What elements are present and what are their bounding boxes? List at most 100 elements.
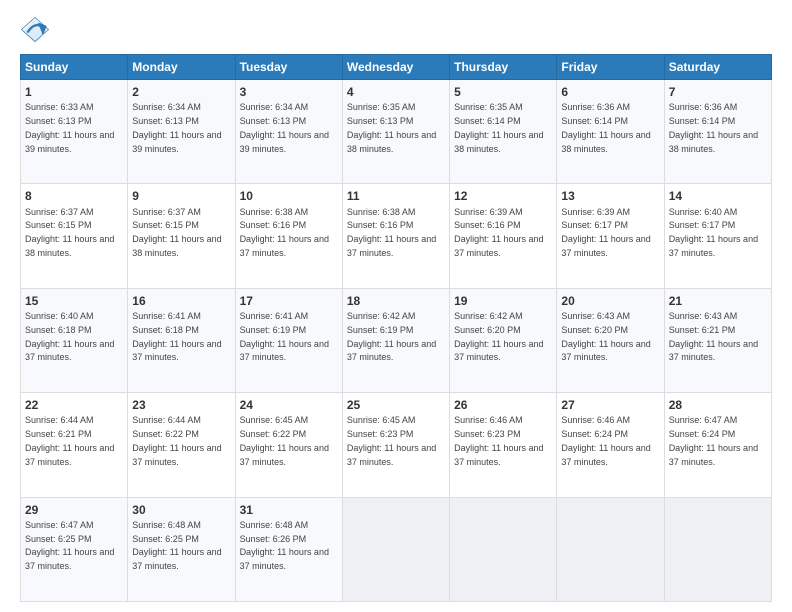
header-day: Wednesday — [342, 55, 449, 80]
day-number: 18 — [347, 293, 445, 309]
calendar-week-row: 8 Sunrise: 6:37 AMSunset: 6:15 PMDayligh… — [21, 184, 772, 288]
calendar-week-row: 22 Sunrise: 6:44 AMSunset: 6:21 PMDaylig… — [21, 393, 772, 497]
day-number: 16 — [132, 293, 230, 309]
calendar-cell: 29 Sunrise: 6:47 AMSunset: 6:25 PMDaylig… — [21, 497, 128, 601]
calendar-cell: 4 Sunrise: 6:35 AMSunset: 6:13 PMDayligh… — [342, 80, 449, 184]
cell-text: Sunrise: 6:34 AMSunset: 6:13 PMDaylight:… — [240, 102, 329, 153]
header-day: Sunday — [21, 55, 128, 80]
cell-text: Sunrise: 6:41 AMSunset: 6:19 PMDaylight:… — [240, 311, 329, 362]
calendar-cell: 9 Sunrise: 6:37 AMSunset: 6:15 PMDayligh… — [128, 184, 235, 288]
day-number: 31 — [240, 502, 338, 518]
calendar-cell: 23 Sunrise: 6:44 AMSunset: 6:22 PMDaylig… — [128, 393, 235, 497]
day-number: 8 — [25, 188, 123, 204]
cell-text: Sunrise: 6:44 AMSunset: 6:21 PMDaylight:… — [25, 415, 114, 466]
calendar-cell: 6 Sunrise: 6:36 AMSunset: 6:14 PMDayligh… — [557, 80, 664, 184]
day-number: 22 — [25, 397, 123, 413]
day-number: 2 — [132, 84, 230, 100]
calendar-cell: 5 Sunrise: 6:35 AMSunset: 6:14 PMDayligh… — [450, 80, 557, 184]
calendar-cell — [557, 497, 664, 601]
calendar-cell: 21 Sunrise: 6:43 AMSunset: 6:21 PMDaylig… — [664, 288, 771, 392]
calendar-cell: 20 Sunrise: 6:43 AMSunset: 6:20 PMDaylig… — [557, 288, 664, 392]
day-number: 21 — [669, 293, 767, 309]
calendar-cell: 31 Sunrise: 6:48 AMSunset: 6:26 PMDaylig… — [235, 497, 342, 601]
header — [20, 16, 772, 46]
cell-text: Sunrise: 6:38 AMSunset: 6:16 PMDaylight:… — [347, 207, 436, 258]
day-number: 15 — [25, 293, 123, 309]
calendar-cell — [342, 497, 449, 601]
day-number: 29 — [25, 502, 123, 518]
header-day: Thursday — [450, 55, 557, 80]
calendar-table: SundayMondayTuesdayWednesdayThursdayFrid… — [20, 54, 772, 602]
day-number: 12 — [454, 188, 552, 204]
calendar-header-row: SundayMondayTuesdayWednesdayThursdayFrid… — [21, 55, 772, 80]
cell-text: Sunrise: 6:42 AMSunset: 6:19 PMDaylight:… — [347, 311, 436, 362]
calendar-cell: 24 Sunrise: 6:45 AMSunset: 6:22 PMDaylig… — [235, 393, 342, 497]
day-number: 11 — [347, 188, 445, 204]
day-number: 17 — [240, 293, 338, 309]
calendar-week-row: 15 Sunrise: 6:40 AMSunset: 6:18 PMDaylig… — [21, 288, 772, 392]
day-number: 5 — [454, 84, 552, 100]
calendar-cell: 30 Sunrise: 6:48 AMSunset: 6:25 PMDaylig… — [128, 497, 235, 601]
day-number: 3 — [240, 84, 338, 100]
cell-text: Sunrise: 6:48 AMSunset: 6:26 PMDaylight:… — [240, 520, 329, 571]
day-number: 1 — [25, 84, 123, 100]
cell-text: Sunrise: 6:33 AMSunset: 6:13 PMDaylight:… — [25, 102, 114, 153]
calendar-cell: 27 Sunrise: 6:46 AMSunset: 6:24 PMDaylig… — [557, 393, 664, 497]
cell-text: Sunrise: 6:34 AMSunset: 6:13 PMDaylight:… — [132, 102, 221, 153]
calendar-cell: 22 Sunrise: 6:44 AMSunset: 6:21 PMDaylig… — [21, 393, 128, 497]
header-day: Saturday — [664, 55, 771, 80]
day-number: 30 — [132, 502, 230, 518]
cell-text: Sunrise: 6:40 AMSunset: 6:18 PMDaylight:… — [25, 311, 114, 362]
calendar-cell: 14 Sunrise: 6:40 AMSunset: 6:17 PMDaylig… — [664, 184, 771, 288]
calendar-week-row: 29 Sunrise: 6:47 AMSunset: 6:25 PMDaylig… — [21, 497, 772, 601]
calendar-cell: 15 Sunrise: 6:40 AMSunset: 6:18 PMDaylig… — [21, 288, 128, 392]
calendar-cell: 7 Sunrise: 6:36 AMSunset: 6:14 PMDayligh… — [664, 80, 771, 184]
calendar-cell: 19 Sunrise: 6:42 AMSunset: 6:20 PMDaylig… — [450, 288, 557, 392]
calendar-body: 1 Sunrise: 6:33 AMSunset: 6:13 PMDayligh… — [21, 80, 772, 602]
calendar-cell: 1 Sunrise: 6:33 AMSunset: 6:13 PMDayligh… — [21, 80, 128, 184]
day-number: 25 — [347, 397, 445, 413]
cell-text: Sunrise: 6:36 AMSunset: 6:14 PMDaylight:… — [561, 102, 650, 153]
calendar-cell — [450, 497, 557, 601]
cell-text: Sunrise: 6:43 AMSunset: 6:20 PMDaylight:… — [561, 311, 650, 362]
calendar-cell — [664, 497, 771, 601]
cell-text: Sunrise: 6:47 AMSunset: 6:24 PMDaylight:… — [669, 415, 758, 466]
logo-icon — [20, 16, 50, 46]
cell-text: Sunrise: 6:40 AMSunset: 6:17 PMDaylight:… — [669, 207, 758, 258]
calendar-cell: 17 Sunrise: 6:41 AMSunset: 6:19 PMDaylig… — [235, 288, 342, 392]
calendar-cell: 3 Sunrise: 6:34 AMSunset: 6:13 PMDayligh… — [235, 80, 342, 184]
calendar-cell: 10 Sunrise: 6:38 AMSunset: 6:16 PMDaylig… — [235, 184, 342, 288]
header-day: Monday — [128, 55, 235, 80]
calendar-cell: 16 Sunrise: 6:41 AMSunset: 6:18 PMDaylig… — [128, 288, 235, 392]
cell-text: Sunrise: 6:37 AMSunset: 6:15 PMDaylight:… — [25, 207, 114, 258]
day-number: 4 — [347, 84, 445, 100]
cell-text: Sunrise: 6:48 AMSunset: 6:25 PMDaylight:… — [132, 520, 221, 571]
day-number: 27 — [561, 397, 659, 413]
calendar-cell: 26 Sunrise: 6:46 AMSunset: 6:23 PMDaylig… — [450, 393, 557, 497]
cell-text: Sunrise: 6:41 AMSunset: 6:18 PMDaylight:… — [132, 311, 221, 362]
day-number: 7 — [669, 84, 767, 100]
calendar-cell: 28 Sunrise: 6:47 AMSunset: 6:24 PMDaylig… — [664, 393, 771, 497]
day-number: 26 — [454, 397, 552, 413]
calendar-week-row: 1 Sunrise: 6:33 AMSunset: 6:13 PMDayligh… — [21, 80, 772, 184]
header-day: Friday — [557, 55, 664, 80]
day-number: 10 — [240, 188, 338, 204]
cell-text: Sunrise: 6:45 AMSunset: 6:23 PMDaylight:… — [347, 415, 436, 466]
cell-text: Sunrise: 6:39 AMSunset: 6:16 PMDaylight:… — [454, 207, 543, 258]
cell-text: Sunrise: 6:37 AMSunset: 6:15 PMDaylight:… — [132, 207, 221, 258]
calendar-cell: 25 Sunrise: 6:45 AMSunset: 6:23 PMDaylig… — [342, 393, 449, 497]
calendar-cell: 2 Sunrise: 6:34 AMSunset: 6:13 PMDayligh… — [128, 80, 235, 184]
day-number: 19 — [454, 293, 552, 309]
day-number: 14 — [669, 188, 767, 204]
cell-text: Sunrise: 6:42 AMSunset: 6:20 PMDaylight:… — [454, 311, 543, 362]
cell-text: Sunrise: 6:36 AMSunset: 6:14 PMDaylight:… — [669, 102, 758, 153]
cell-text: Sunrise: 6:45 AMSunset: 6:22 PMDaylight:… — [240, 415, 329, 466]
cell-text: Sunrise: 6:35 AMSunset: 6:13 PMDaylight:… — [347, 102, 436, 153]
day-number: 28 — [669, 397, 767, 413]
header-day: Tuesday — [235, 55, 342, 80]
page: SundayMondayTuesdayWednesdayThursdayFrid… — [0, 0, 792, 612]
cell-text: Sunrise: 6:44 AMSunset: 6:22 PMDaylight:… — [132, 415, 221, 466]
cell-text: Sunrise: 6:43 AMSunset: 6:21 PMDaylight:… — [669, 311, 758, 362]
cell-text: Sunrise: 6:39 AMSunset: 6:17 PMDaylight:… — [561, 207, 650, 258]
cell-text: Sunrise: 6:38 AMSunset: 6:16 PMDaylight:… — [240, 207, 329, 258]
